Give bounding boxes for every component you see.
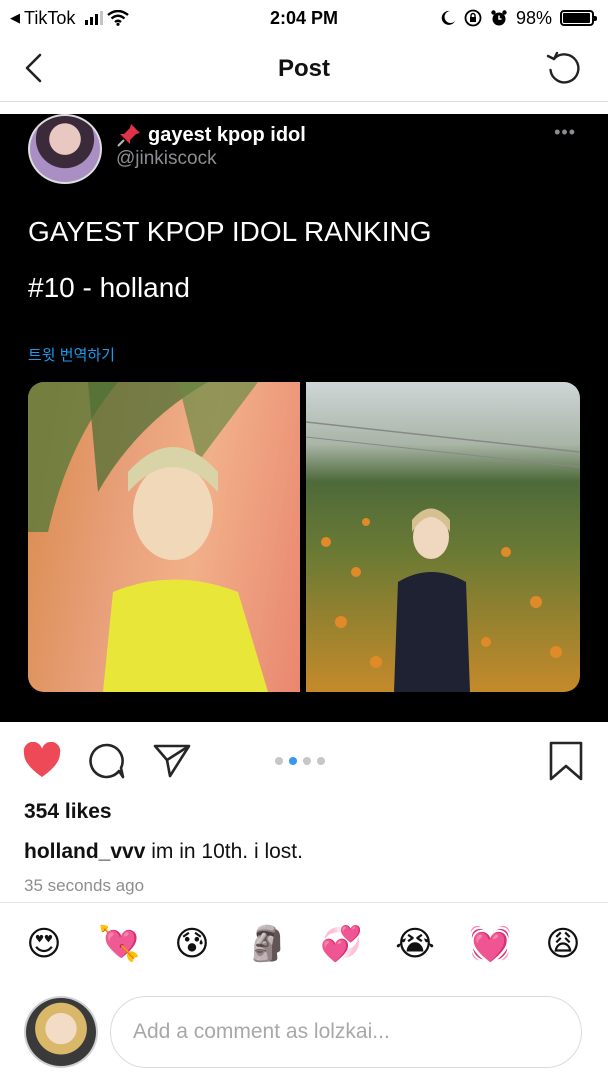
comment-icon[interactable] <box>88 742 126 780</box>
tweet-avatar <box>28 114 102 184</box>
emoji-reaction[interactable]: 💓 <box>469 924 511 964</box>
user-avatar <box>24 996 98 1068</box>
action-bar <box>0 740 608 784</box>
alarm-icon <box>491 10 507 26</box>
caption-text: im in 10th. i lost. <box>151 840 303 863</box>
bookmark-icon[interactable] <box>548 740 584 782</box>
emoji-reaction[interactable]: 💘 <box>98 924 140 964</box>
emoji-reaction[interactable]: 😰 <box>172 924 212 964</box>
moon-icon <box>441 10 455 25</box>
tweet-display-name: gayest kpop idol <box>148 123 306 146</box>
post-timestamp: 35 seconds ago <box>24 876 145 895</box>
battery-percent: 98% <box>515 7 552 28</box>
pin-icon <box>117 124 140 147</box>
tweet-text-line1: GAYEST KPOP IDOL RANKING <box>28 216 432 247</box>
more-dots-icon: ••• <box>554 122 576 142</box>
tweet-photo-right <box>306 382 580 692</box>
heart-icon[interactable] <box>22 742 62 780</box>
nav-bar: Post <box>0 36 608 102</box>
emoji-reaction[interactable]: 😭 <box>395 924 435 964</box>
wifi-icon <box>107 10 130 26</box>
emoji-reaction[interactable]: 🗿 <box>246 924 288 964</box>
status-bar: ◀ TikTok 2:04 PM 98% <box>0 0 608 36</box>
back-chevron-icon[interactable] <box>20 50 50 86</box>
emoji-reaction[interactable]: 😍 <box>24 924 64 964</box>
carousel-dot <box>275 757 283 765</box>
emoji-reaction[interactable]: 💞 <box>320 924 362 964</box>
divider <box>0 902 608 903</box>
comment-input[interactable] <box>110 996 582 1068</box>
tweet-handle: @jinkiscock <box>116 148 217 169</box>
caption: holland_vvv im in 10th. i lost. <box>24 840 303 864</box>
orientation-lock-icon <box>464 9 482 27</box>
likes-count[interactable]: 354 likes <box>24 800 112 824</box>
back-to-app[interactable]: ◀ TikTok <box>10 7 130 29</box>
page-title: Post <box>277 54 330 82</box>
signal-icon <box>85 11 104 25</box>
tweet-text-line2: #10 - holland <box>28 272 190 303</box>
carousel-dot <box>289 757 297 765</box>
refresh-icon[interactable] <box>544 48 584 88</box>
carousel-dot <box>317 757 325 765</box>
emoji-reaction-bar: 😍 💘 😰 🗿 💞 😭 💓 😩 <box>0 924 608 968</box>
post-image[interactable]: gayest kpop idol @jinkiscock ••• GAYEST … <box>0 114 608 722</box>
carousel-indicator <box>275 757 325 765</box>
caption-username[interactable]: holland_vvv <box>24 840 145 863</box>
battery-level <box>563 13 591 23</box>
back-triangle-icon: ◀ <box>10 10 20 25</box>
share-icon[interactable] <box>152 740 192 780</box>
battery-icon <box>560 10 597 26</box>
emoji-reaction[interactable]: 😩 <box>543 924 583 964</box>
tweet-translate-link: 트윗 번역하기 <box>28 347 115 364</box>
back-app-label: TikTok <box>24 7 76 28</box>
tweet-photo-left <box>28 382 300 692</box>
carousel-dot <box>303 757 311 765</box>
